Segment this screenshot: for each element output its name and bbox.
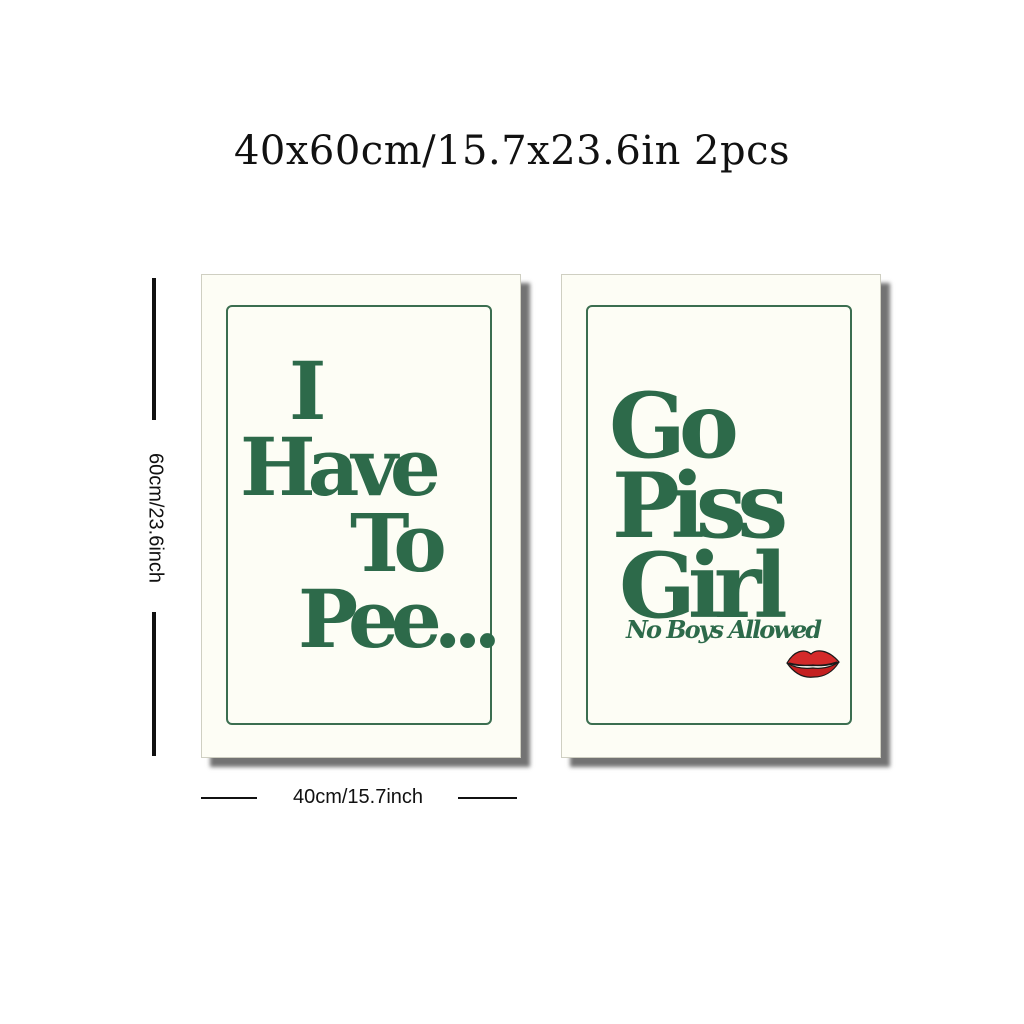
poster-go-piss-girl: Go Piss Girl No Boys Allowed (561, 274, 881, 758)
height-dimension-line-bottom (152, 612, 156, 756)
width-dimension-line-left (201, 797, 257, 799)
poster-line: Pee... (298, 572, 501, 666)
height-dimension-line-top (152, 278, 156, 420)
poster-line: I (289, 344, 326, 438)
poster-line: To (350, 496, 447, 590)
width-dimension-label: 40cm/15.7inch (292, 786, 424, 808)
poster-i-have-to-pee: I Have To Pee... (201, 274, 521, 758)
poster-subtitle: No Boys Allowed (626, 615, 822, 644)
height-dimension-label: 60cm/23.6inch (144, 452, 167, 584)
lips-icon (786, 650, 840, 678)
size-title: 40x60cm/15.7x23.6in 2pcs (233, 128, 791, 174)
poster-line: Have (240, 420, 441, 514)
width-dimension-line-right (458, 797, 517, 799)
